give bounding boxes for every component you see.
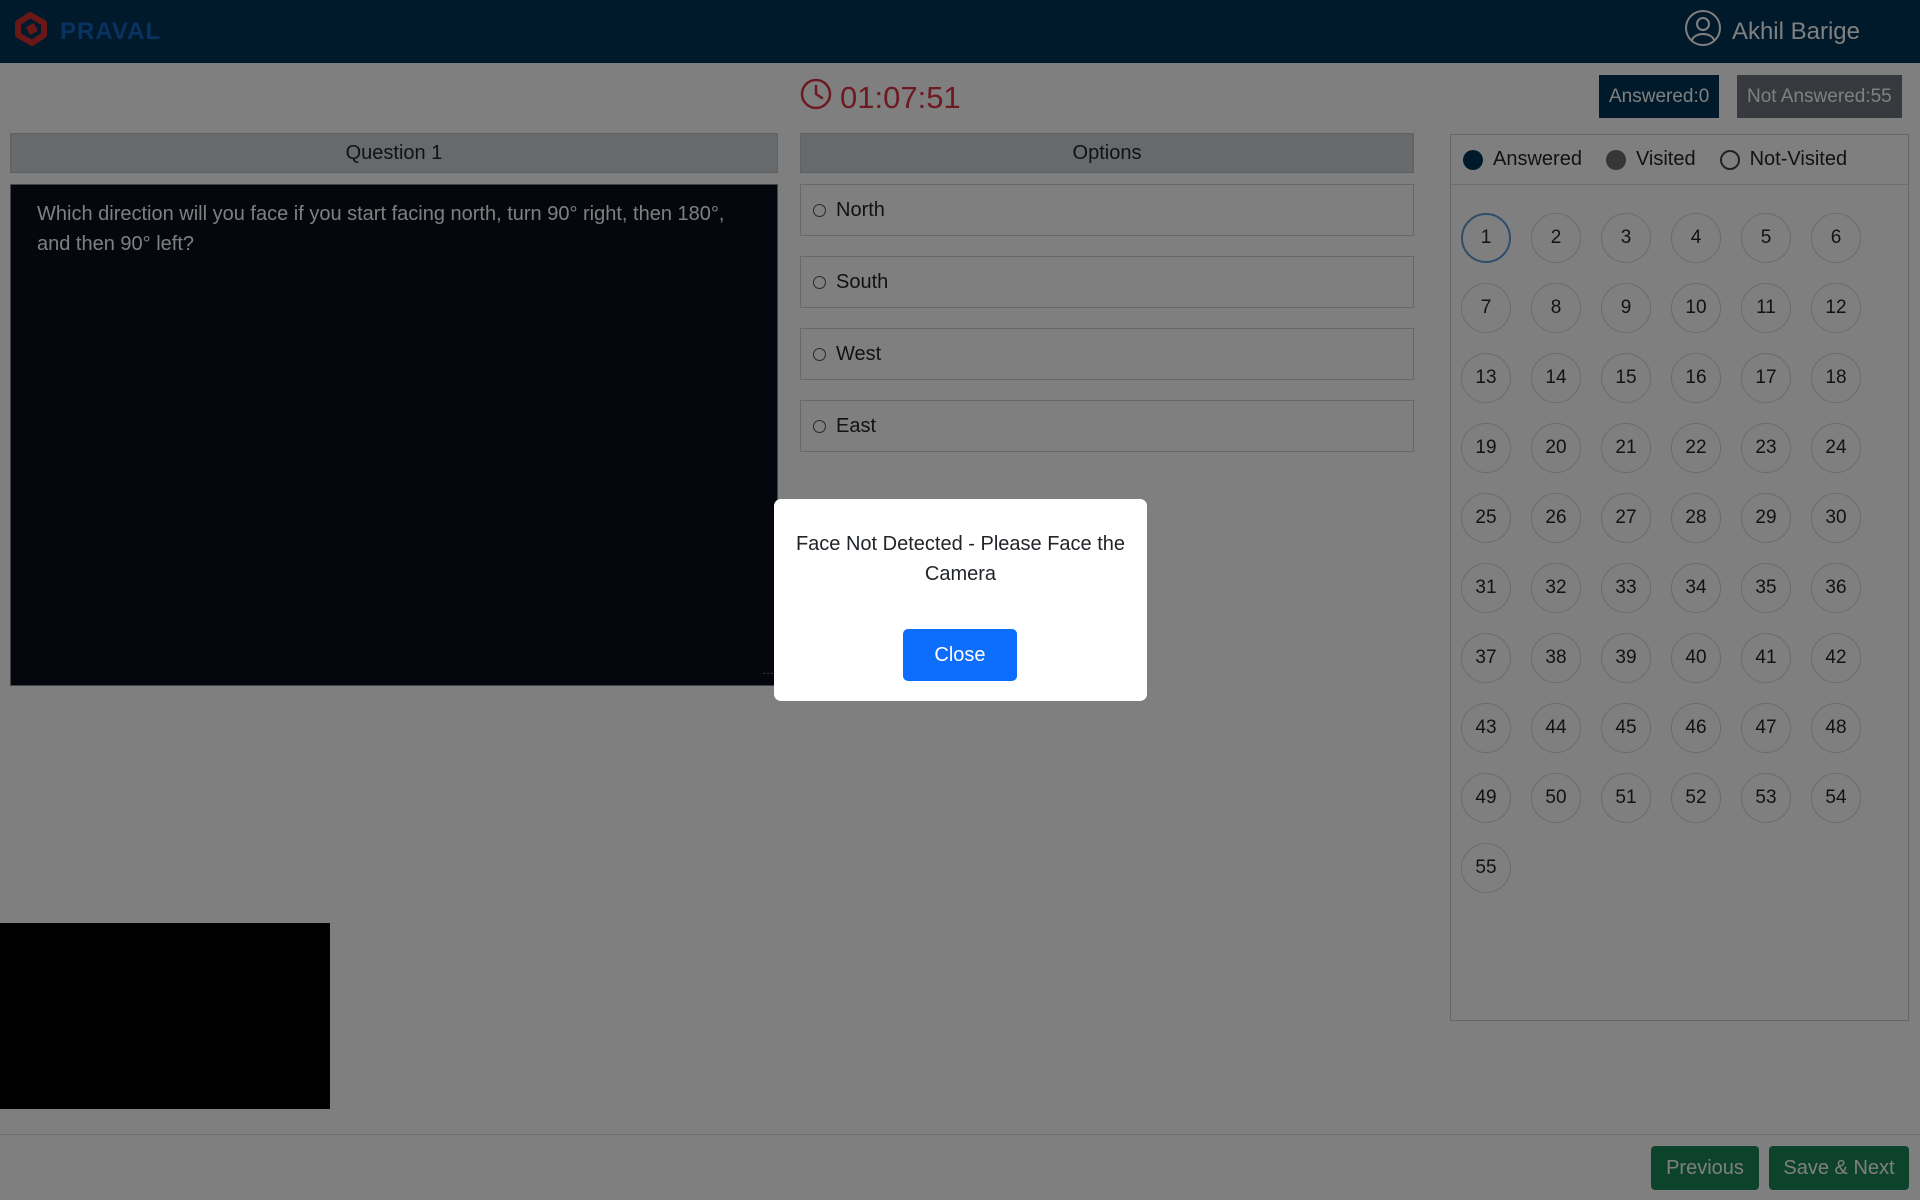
- close-button[interactable]: Close: [903, 629, 1017, 681]
- face-alert-modal: Face Not Detected - Please Face the Came…: [774, 499, 1147, 701]
- modal-message: Face Not Detected - Please Face the Came…: [795, 533, 1126, 585]
